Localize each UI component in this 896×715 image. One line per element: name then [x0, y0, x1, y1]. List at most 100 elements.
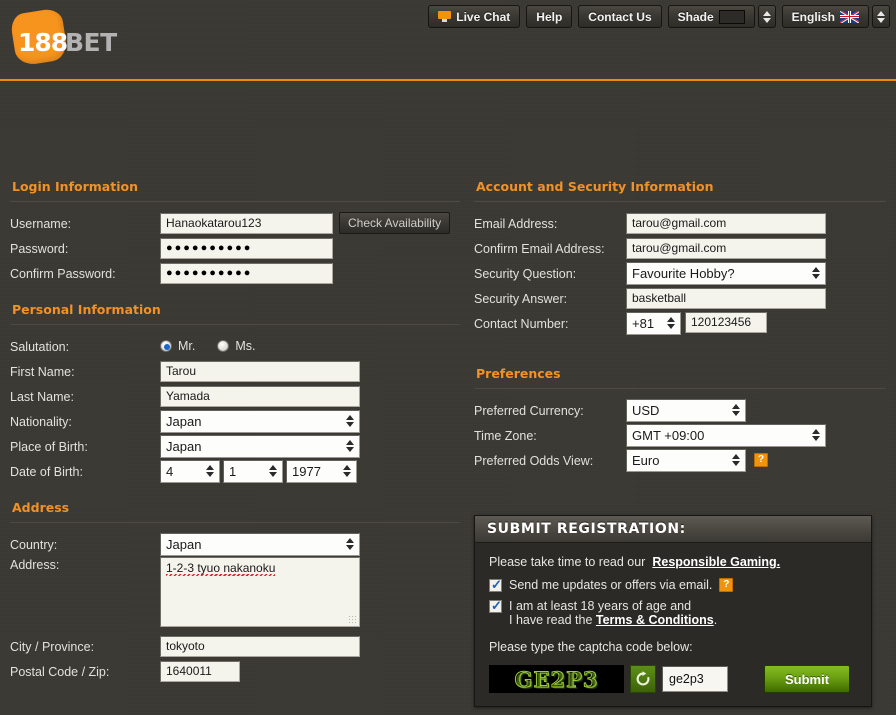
first-name-input[interactable]: Tarou — [160, 360, 360, 382]
responsible-gaming-prefix: Please take time to read our — [489, 555, 646, 569]
left-column: Login Information Username: Hanaokatarou… — [10, 177, 460, 684]
dob-year-value: 1977 — [292, 463, 321, 479]
odds-view-label: Preferred Odds View: — [474, 453, 594, 468]
username-input[interactable]: Hanaokatarou123 — [160, 212, 333, 234]
divider — [474, 201, 886, 202]
captcha-refresh-button[interactable] — [630, 665, 656, 693]
responsible-gaming-link[interactable]: Responsible Gaming. — [652, 555, 780, 569]
field-row-confirm-password: Confirm Password: ●●●●●●●●●● — [10, 261, 460, 285]
chevron-updown-icon — [732, 404, 740, 416]
security-answer-input[interactable]: basketball — [626, 287, 826, 309]
field-row-odds-view: Preferred Odds View: Euro ? — [474, 448, 886, 472]
captcha-input[interactable]: ge2p3 — [662, 666, 728, 692]
nationality-value: Japan — [166, 413, 202, 429]
language-selector: English — [781, 5, 890, 28]
salutation-radio-mr[interactable] — [160, 340, 172, 352]
country-select[interactable]: Japan — [160, 532, 360, 556]
odds-view-select[interactable]: Euro — [626, 448, 746, 472]
captcha-prompt: Please type the captcha code below: — [489, 640, 693, 654]
dob-year-select[interactable]: 1977 — [286, 459, 357, 483]
updates-help-icon[interactable]: ? — [719, 578, 734, 592]
field-row-timezone: Time Zone: GMT +09:00 — [474, 423, 886, 447]
odds-view-value: Euro — [632, 452, 660, 468]
captcha-image: GE2P3 — [489, 665, 624, 693]
field-row-nationality: Nationality: Japan — [10, 409, 460, 433]
field-row-address: Address: 1-2-3 tyuo nakanoku — [10, 557, 460, 633]
age-text-block: I am at least 18 years of age and I have… — [509, 599, 717, 627]
language-button[interactable]: English — [781, 5, 869, 28]
responsible-gaming-line: Please take time to read our Responsible… — [489, 555, 857, 569]
salutation-radio-ms[interactable] — [217, 340, 230, 352]
age-line-2-suffix: . — [713, 613, 718, 627]
divider — [10, 522, 460, 523]
currency-select[interactable]: USD — [626, 398, 746, 422]
submit-registration-panel: SUBMIT REGISTRATION: Please take time to… — [474, 515, 872, 707]
chevron-updown-icon — [346, 440, 354, 452]
address-textarea[interactable]: 1-2-3 tyuo nakanoku — [160, 557, 360, 627]
field-row-security-answer: Security Answer: basketball — [474, 286, 886, 310]
monitor-icon — [438, 11, 452, 22]
live-chat-button[interactable]: Live Chat — [428, 5, 521, 28]
language-label: English — [791, 9, 835, 24]
resize-grip-icon[interactable] — [348, 615, 357, 624]
field-row-salutation: Salutation: Mr. Ms. — [10, 334, 460, 358]
shade-spinner[interactable] — [757, 5, 776, 28]
postal-input[interactable]: 1640011 — [160, 660, 240, 682]
country-code-select[interactable]: +81 — [626, 311, 681, 335]
contact-number-input[interactable]: 120123456 — [685, 311, 767, 333]
contact-us-label: Contact Us — [588, 9, 652, 24]
age-line-1: I am at least 18 years of age and — [509, 599, 692, 613]
confirm-password-input[interactable]: ●●●●●●●●●● — [160, 262, 333, 284]
nationality-label: Nationality: — [10, 414, 72, 429]
chevron-down-icon — [762, 17, 771, 23]
field-row-security-question: Security Question: Favourite Hobby? — [474, 261, 886, 285]
language-spinner[interactable] — [872, 5, 890, 28]
salutation-label: Salutation: — [10, 339, 70, 354]
chevron-updown-icon — [206, 465, 214, 477]
chevron-updown-icon — [667, 317, 675, 329]
dob-month-value: 1 — [229, 463, 237, 479]
submit-button[interactable]: Submit — [764, 665, 850, 693]
chevron-updown-icon — [346, 415, 354, 427]
site-logo[interactable]: 188 BET — [9, 7, 120, 70]
dob-day-select[interactable]: 4 — [160, 459, 220, 483]
terms-and-conditions-link[interactable]: Terms & Conditions — [596, 613, 714, 627]
uk-flag-icon — [840, 10, 859, 23]
last-name-input[interactable]: Yamada — [160, 385, 360, 407]
help-button[interactable]: Help — [526, 5, 573, 28]
age-checkbox[interactable] — [489, 598, 502, 613]
field-row-city: City / Province: tokyoto — [10, 634, 460, 658]
section-title-preferences: Preferences — [476, 366, 561, 381]
date-of-birth-label: Date of Birth: — [10, 464, 83, 479]
security-answer-label: Security Answer: — [474, 291, 568, 306]
password-label: Password: — [10, 241, 69, 256]
field-row-username: Username: Hanaokatarou123 Check Availabi… — [10, 211, 460, 235]
place-of-birth-label: Place of Birth: — [10, 439, 88, 454]
address-value: 1-2-3 tyuo nakanoku — [166, 561, 276, 578]
country-label: Country: — [10, 537, 58, 552]
field-row-email: Email Address: tarou@gmail.com — [474, 211, 886, 235]
confirm-email-input[interactable]: tarou@gmail.com — [626, 237, 826, 259]
check-availability-button[interactable]: Check Availability — [339, 212, 451, 234]
country-code-value: +81 — [632, 315, 655, 331]
postal-label: Postal Code / Zip: — [10, 664, 110, 679]
security-question-select[interactable]: Favourite Hobby? — [626, 261, 826, 285]
email-input[interactable]: tarou@gmail.com — [626, 212, 826, 234]
contact-us-button[interactable]: Contact Us — [578, 5, 662, 28]
city-input[interactable]: tokyoto — [160, 635, 360, 657]
logo-text-bet: BET — [65, 28, 117, 57]
captcha-image-text: GE2P3 — [514, 666, 599, 692]
nationality-select[interactable]: Japan — [160, 409, 360, 433]
chevron-updown-icon — [812, 429, 820, 441]
field-row-date-of-birth: Date of Birth: 4 1 1977 — [10, 459, 460, 483]
updates-checkbox[interactable] — [489, 577, 502, 592]
timezone-select[interactable]: GMT +09:00 — [626, 423, 826, 447]
live-chat-label: Live Chat — [456, 9, 511, 24]
shade-button[interactable]: Shade — [667, 5, 755, 28]
chevron-updown-icon — [732, 454, 740, 466]
field-row-first-name: First Name: Tarou — [10, 359, 460, 383]
password-input[interactable]: ●●●●●●●●●● — [160, 237, 333, 259]
place-of-birth-select[interactable]: Japan — [160, 434, 360, 458]
odds-view-help-icon[interactable]: ? — [754, 453, 768, 467]
dob-month-select[interactable]: 1 — [223, 459, 283, 483]
